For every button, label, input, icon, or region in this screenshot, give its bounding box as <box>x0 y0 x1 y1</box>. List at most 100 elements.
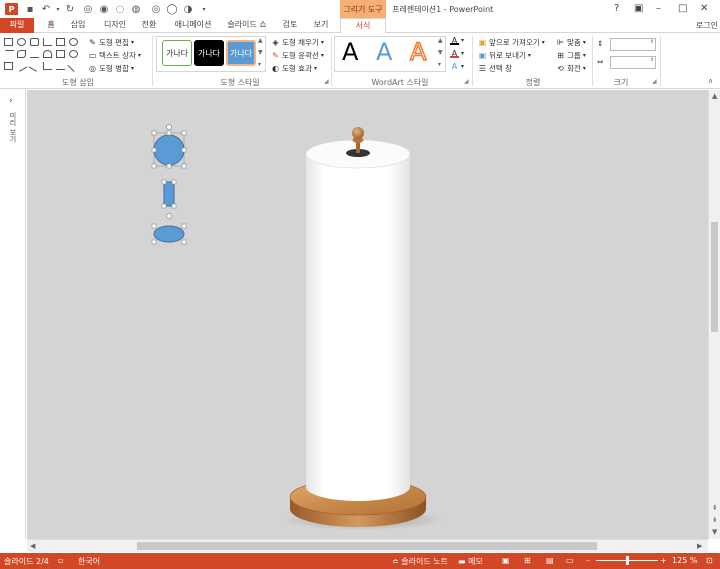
scroll-right-icon[interactable]: ▶ <box>697 542 702 550</box>
tab-review[interactable]: 검토 <box>278 18 302 33</box>
notes-button[interactable]: ≐ 슬라이드 노트 <box>392 556 448 567</box>
redo-icon[interactable]: ↻ <box>64 3 76 15</box>
rectangle-shape-icon[interactable] <box>4 38 13 46</box>
shape-fill-button[interactable]: ◈ 도형 채우기 ▾ <box>271 37 323 48</box>
comments-button[interactable]: ▬ 메모 <box>458 556 483 567</box>
parallelogram-shape-icon[interactable] <box>2 50 15 58</box>
scroll-up-icon[interactable]: ▲ <box>712 92 717 100</box>
horizontal-scrollbar[interactable]: ◀ ▶ <box>27 539 708 552</box>
rotate-button[interactable]: ⟲ 회전 ▾ <box>556 63 586 74</box>
zoom-in-icon[interactable]: + <box>660 556 667 565</box>
tab-file[interactable]: 파일 <box>0 18 34 33</box>
rotate-tool-icon[interactable]: ◉ <box>98 3 110 15</box>
shape-outline-button[interactable]: ✎ 도형 윤곽선 ▾ <box>271 50 324 61</box>
wordart-style-black[interactable]: A <box>342 38 358 66</box>
rounded-rect-shape-icon[interactable] <box>30 38 39 46</box>
fragment-tool-icon[interactable]: ◎ <box>150 3 162 15</box>
tab-slideshow[interactable]: 슬라이드 쇼 <box>224 18 270 33</box>
oval-shape-icon[interactable] <box>17 38 26 46</box>
maximize-icon[interactable]: □ <box>678 3 687 14</box>
diagonal-line-shape-icon[interactable] <box>15 60 28 72</box>
tab-animations[interactable]: 애니메이션 <box>170 18 216 33</box>
fit-slide-icon[interactable]: ⊡ <box>706 556 713 565</box>
zoom-out-icon[interactable]: – <box>586 556 590 565</box>
wordart-down-icon[interactable]: ▼ <box>438 49 443 56</box>
help-icon[interactable]: ? <box>614 3 619 14</box>
collapse-ribbon-icon[interactable]: ∧ <box>708 77 713 85</box>
shape-styles-launcher-icon[interactable]: ◢ <box>324 78 329 85</box>
vertical-scrollbar[interactable]: ▲ ⇞ ⇟ ▼ <box>708 90 720 539</box>
selected-ellipse-shape[interactable] <box>151 213 187 245</box>
align-button[interactable]: ⊫ 맞춤 ▾ <box>556 37 586 48</box>
shape-tool-icon[interactable]: ◎ <box>82 3 94 15</box>
close-icon[interactable]: ✕ <box>700 3 708 14</box>
shape-style-outline[interactable]: 가나다 <box>162 40 192 66</box>
wordart-style-orange-outline[interactable]: A <box>409 37 427 67</box>
arc-shape-icon[interactable] <box>43 50 52 58</box>
selected-rectangle-shape[interactable] <box>161 179 177 209</box>
bring-forward-button[interactable]: ▣ 앞으로 가져오기 ▾ <box>478 37 545 48</box>
gallery-more-icon[interactable]: ▾ <box>258 61 261 68</box>
wordart-launcher-icon[interactable]: ◢ <box>464 78 469 85</box>
intersect-tool-icon[interactable]: ◯ <box>166 3 178 15</box>
zoom-slider-handle[interactable] <box>626 556 629 565</box>
gallery-down-icon[interactable]: ▼ <box>258 49 263 56</box>
brace-shape-icon[interactable] <box>56 50 65 58</box>
triangle-shape-icon[interactable] <box>43 38 52 46</box>
undo-icon[interactable]: ↶ <box>40 3 52 15</box>
arrow-line-shape-icon[interactable] <box>28 60 41 72</box>
vertical-scroll-thumb[interactable] <box>711 222 718 332</box>
subtract-tool-icon[interactable]: ◑ <box>182 3 194 15</box>
reading-view-icon[interactable]: ▤ <box>546 556 554 565</box>
merge-shapes-button[interactable]: ◎ 도형 병합 ▾ <box>88 63 134 74</box>
horizontal-scroll-thumb[interactable] <box>137 542 597 550</box>
tab-format[interactable]: 서식 <box>340 18 386 34</box>
size-launcher-icon[interactable]: ◢ <box>652 78 657 85</box>
edit-shape-button[interactable]: ✎ 도형 편집 ▾ <box>88 37 134 48</box>
ribbon-display-icon[interactable]: ▣ <box>634 3 643 14</box>
expand-thumbnails-icon[interactable]: › <box>9 96 13 106</box>
zoom-level[interactable]: 125 % <box>672 556 697 565</box>
minimize-icon[interactable]: – <box>656 3 661 14</box>
text-outline-button[interactable]: A ▾ <box>450 49 464 58</box>
scroll-left-icon[interactable]: ◀ <box>30 542 35 550</box>
slide-sorter-icon[interactable]: ⊞ <box>524 556 531 565</box>
slide-canvas[interactable] <box>27 90 708 539</box>
language-indicator[interactable]: 한국어 <box>78 556 100 567</box>
text-fill-button[interactable]: A ▾ <box>450 36 464 45</box>
height-spinner-icon[interactable]: ⇕ <box>650 39 654 45</box>
save-icon[interactable]: ▪ <box>24 3 36 15</box>
scroll-down-icon[interactable]: ▼ <box>712 528 717 536</box>
selection-pane-button[interactable]: ☰ 선택 창 <box>478 63 512 74</box>
line-shape-icon[interactable] <box>30 50 39 58</box>
selected-circle-shape[interactable] <box>151 124 187 169</box>
undo-dropdown-icon[interactable]: ▾ <box>52 3 64 15</box>
wave-shape-icon[interactable] <box>17 50 26 58</box>
curve-shape-icon[interactable] <box>56 62 65 70</box>
holder-knob[interactable] <box>352 127 364 139</box>
group-button[interactable]: ⊞ 그룹 ▾ <box>556 50 586 61</box>
shape-effects-button[interactable]: ◐ 도형 효과 ▾ <box>271 63 317 74</box>
slideshow-view-icon[interactable]: ▭ <box>566 556 574 565</box>
wordart-style-blue[interactable]: A <box>376 38 392 66</box>
text-box-button[interactable]: ▭ 텍스트 상자 ▾ <box>88 50 141 61</box>
send-backward-button[interactable]: ▣ 뒤로 보내기 ▾ <box>478 50 531 61</box>
paper-roll-body[interactable] <box>306 154 410 501</box>
previous-slide-icon[interactable]: ⇞ <box>712 504 718 512</box>
tab-home[interactable]: 홈 <box>42 18 60 33</box>
shapes-gallery[interactable] <box>2 37 84 73</box>
text-effects-button[interactable]: A ▾ <box>450 62 464 71</box>
combine-tool-icon[interactable]: ◍ <box>130 3 142 15</box>
circle-shape-icon[interactable] <box>69 38 78 46</box>
wordart-more-icon[interactable]: ▾ <box>438 61 441 68</box>
shape-style-blue[interactable]: 가나다 <box>226 40 256 66</box>
tab-insert[interactable]: 삽입 <box>66 18 90 33</box>
thumbnail-pane[interactable]: › 미리 보기 <box>0 90 26 539</box>
tab-design[interactable]: 디자인 <box>100 18 130 33</box>
width-spinner-icon[interactable]: ⇕ <box>650 57 654 63</box>
freeform-shape-icon[interactable] <box>67 59 80 73</box>
tab-transitions[interactable]: 전환 <box>137 18 161 33</box>
normal-view-icon[interactable]: ▣ <box>502 556 510 565</box>
next-slide-icon[interactable]: ⇟ <box>712 516 718 524</box>
textbox-shape-icon[interactable] <box>4 62 13 70</box>
